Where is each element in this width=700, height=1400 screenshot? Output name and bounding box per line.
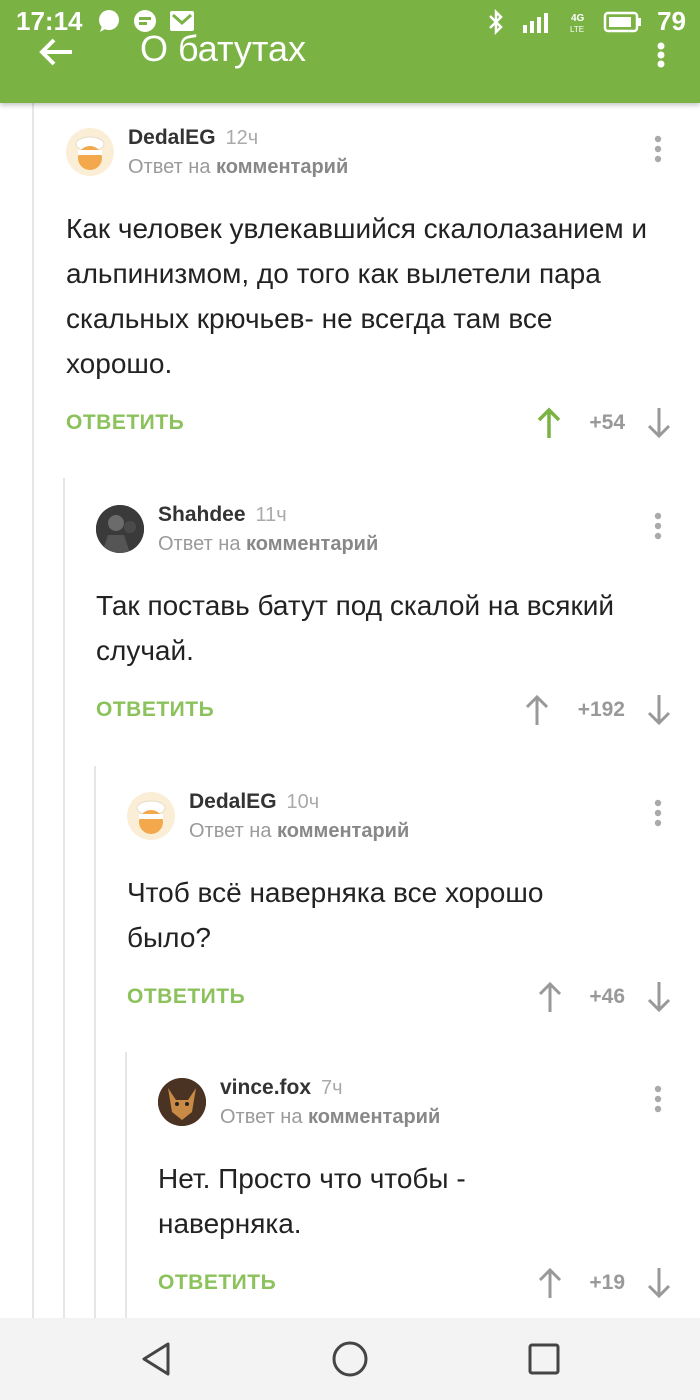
thread-line [125,1052,127,1318]
comment-more-icon[interactable] [653,511,663,541]
nav-recents-icon[interactable] [526,1340,562,1378]
thread-line [32,103,34,1318]
comment-time: 12ч [225,127,259,149]
comment: DedalEG 12ч Ответ на комментарий Как чело… [66,126,676,448]
nav-back-icon[interactable] [138,1340,174,1378]
comment-score: +19 [589,1271,625,1294]
comment-more-icon[interactable] [653,1084,663,1114]
battery-icon [603,11,642,32]
comment-time: 7ч [321,1077,343,1099]
chat-bubble-icon [99,10,119,32]
svg-text:4G: 4G [571,13,585,24]
reply-to: Ответ на комментарий [220,1106,441,1128]
comment-text: Как человек увлекавшийся скалолазанием и… [66,213,648,379]
upvote-icon[interactable] [524,693,550,727]
avatar[interactable] [66,128,114,176]
reply-target-link[interactable]: комментарий [277,820,409,842]
comment-username[interactable]: DedalEG 12ч [128,126,258,150]
downvote-icon[interactable] [646,406,672,440]
downvote-icon[interactable] [646,980,672,1014]
reply-button[interactable]: ОТВЕТИТЬ [96,698,214,722]
avatar[interactable] [127,792,175,840]
overflow-menu-icon[interactable] [656,42,666,68]
comment-text: Чтоб всё наверняка все хорошо было? [127,877,544,953]
comment-username[interactable]: Shahdee 11ч [158,503,287,527]
downvote-icon[interactable] [646,1266,672,1300]
comment-score: +46 [589,985,625,1008]
comment: Shahdee 11ч Ответ на комментарий Так пост… [96,503,676,735]
comment-time: 11ч [255,504,287,526]
chef-avatar-icon [136,800,166,834]
avatar[interactable] [158,1078,206,1126]
android-nav-bar [0,1318,700,1400]
downvote-icon[interactable] [646,693,672,727]
comment-more-icon[interactable] [653,134,663,164]
signal-icon [523,12,549,33]
svg-text:LTE: LTE [570,25,584,34]
comment: vince.fox 7ч Ответ на комментарий Нет. Пр… [158,1076,676,1310]
upvote-icon[interactable] [536,406,562,440]
reply-button[interactable]: ОТВЕТИТЬ [127,985,245,1009]
comment-text: Нет. Просто что чтобы - наверняка. [158,1163,466,1239]
upvote-icon[interactable] [537,980,563,1014]
nav-home-icon[interactable] [331,1340,369,1378]
user-avatar-icon [96,505,144,553]
thread-line [63,478,65,1318]
comment-username[interactable]: vince.fox 7ч [220,1076,343,1100]
comment-time: 10ч [286,791,320,813]
reply-target-link[interactable]: комментарий [246,533,378,555]
comment-username[interactable]: DedalEG 10ч [189,790,319,814]
comment-text: Так поставь батут под скалой на всякий с… [96,590,614,666]
bluetooth-icon [489,8,503,35]
chef-avatar-icon [75,136,105,170]
comment-score: +54 [589,411,625,434]
fox-avatar-icon [158,1078,206,1126]
page-title: О батутах [140,28,307,69]
reply-to: Ответ на комментарий [189,820,410,842]
comment-score: +192 [577,698,625,721]
thread-line [94,766,96,1318]
battery-level: 79 [657,6,686,36]
comment-more-icon[interactable] [653,798,663,828]
reply-target-link[interactable]: комментарий [308,1106,440,1128]
reply-target-link[interactable]: комментарий [216,156,348,178]
avatar[interactable] [96,505,144,553]
upvote-icon[interactable] [537,1266,563,1300]
comment: DedalEG 10ч Ответ на комментарий Чтоб всё… [127,790,676,1022]
app-header: 17:14 4G LTE 79 О батутах [0,0,700,103]
reply-to: Ответ на комментарий [158,533,379,555]
system-status-icons: 4G LTE 79 [487,6,686,37]
network-4g-icon: 4G LTE [570,13,585,34]
reply-button[interactable]: ОТВЕТИТЬ [66,411,184,435]
status-bar: 17:14 4G LTE 79 [0,0,700,44]
back-arrow-icon[interactable] [36,30,76,70]
reply-to: Ответ на комментарий [128,156,349,178]
reply-button[interactable]: ОТВЕТИТЬ [158,1271,276,1295]
